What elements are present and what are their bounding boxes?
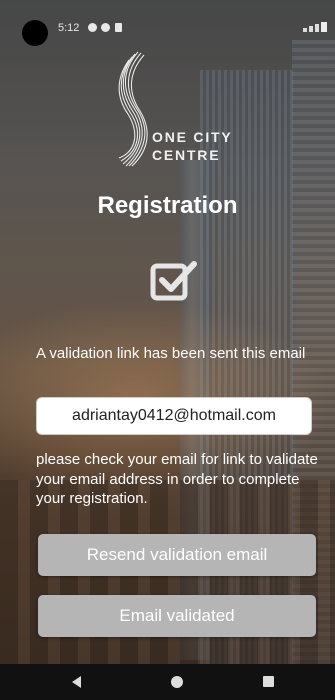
status-time: 5:12 <box>58 22 80 34</box>
notification-p-icon <box>101 23 110 32</box>
system-navigation-bar <box>0 664 335 700</box>
resend-validation-email-button[interactable]: Resend validation email <box>38 534 316 576</box>
home-icon[interactable] <box>171 676 183 688</box>
checkbox-checked-icon <box>150 261 197 301</box>
recent-apps-icon[interactable] <box>263 676 274 687</box>
one-city-centre-logo-icon <box>118 51 148 167</box>
notification-a-icon <box>88 23 97 32</box>
email-display-field: adriantay0412@hotmail.com <box>36 397 312 435</box>
brand-line-2: CENTRE <box>152 147 221 163</box>
notification-lock-icon <box>115 23 122 32</box>
page-title: Registration <box>97 192 238 219</box>
validation-sent-message: A validation link has been sent this ema… <box>36 345 306 362</box>
camera-cutout <box>22 20 48 46</box>
brand-wordmark: ONE CITY CENTRE <box>152 128 233 164</box>
validation-instructions: please check your email for link to vali… <box>36 451 318 507</box>
status-bar: 5:12 <box>0 0 335 46</box>
brand-line-1: ONE CITY <box>152 129 233 145</box>
back-icon[interactable] <box>72 676 81 688</box>
signal-icon <box>303 22 329 32</box>
email-validated-button[interactable]: Email validated <box>38 595 316 637</box>
